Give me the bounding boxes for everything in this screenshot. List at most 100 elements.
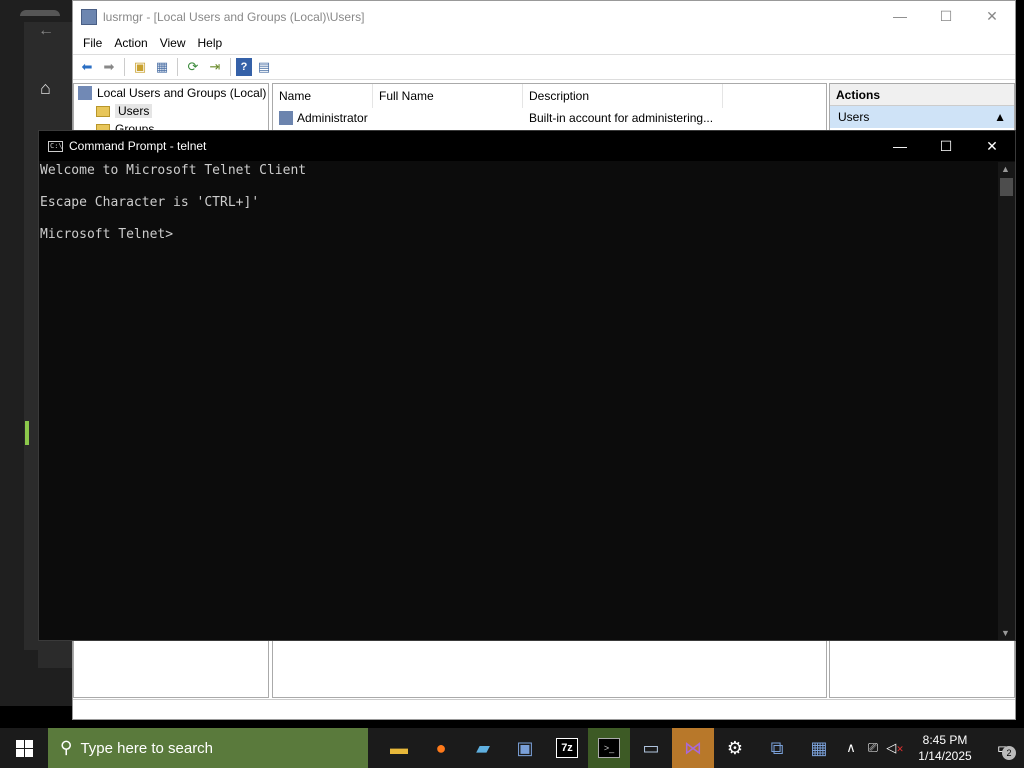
chevron-up-icon[interactable]: ∧: [840, 740, 862, 756]
export-list-icon[interactable]: ⇥: [205, 57, 225, 77]
list-header: Name Full Name Description: [273, 84, 826, 108]
command-prompt-button[interactable]: >_: [588, 728, 630, 768]
tree-root-label: Local Users and Groups (Local): [97, 86, 267, 100]
background-window-tab: [20, 10, 60, 16]
computer-management-icon: ▦: [810, 737, 828, 758]
menu-file[interactable]: File: [77, 36, 108, 50]
cmd-scrollbar[interactable]: ▲ ▼: [998, 162, 1015, 640]
help-icon[interactable]: ?: [236, 58, 252, 76]
folder-icon: ▬: [390, 737, 408, 758]
network-connections-button[interactable]: ⧉: [756, 728, 798, 768]
folder-icon: [96, 105, 110, 117]
search-icon: ⚲: [60, 738, 73, 757]
remote-desktop-button[interactable]: ▭: [630, 728, 672, 768]
computer-users-icon: [78, 86, 92, 100]
visual-studio-button[interactable]: ⋈: [672, 728, 714, 768]
notification-count-badge: 2: [1002, 746, 1016, 760]
taskbar-apps: ▬ ● ▰ ▣ 7z >_ ▭ ⋈ ⚙ ⧉ ▦: [378, 728, 840, 768]
toolbar-separator: [177, 58, 178, 76]
notepad-icon: ▰: [476, 737, 490, 758]
mmc-toolbar: ⬅ ➡ ▣ ▦ ⟳ ⇥ ? ▤: [73, 54, 1015, 80]
console-line-welcome: Welcome to Microsoft Telnet Client: [40, 163, 307, 178]
start-button[interactable]: [0, 728, 48, 768]
cmd-title: Command Prompt - telnet: [69, 139, 207, 153]
network-computer-icon: ▣: [516, 737, 534, 758]
taskbar-search-box[interactable]: ⚲ Type here to search: [48, 728, 368, 768]
windows-logo-icon: [15, 739, 33, 757]
network-icon: ⧉: [770, 737, 784, 758]
console-output[interactable]: Welcome to Microsoft Telnet Client Escap…: [40, 162, 998, 640]
actions-header: Actions: [830, 84, 1014, 106]
user-icon: [279, 111, 293, 125]
back-arrow-icon[interactable]: ←: [38, 22, 54, 40]
refresh-icon[interactable]: ⟳: [183, 57, 203, 77]
mmc-menubar: File Action View Help: [73, 32, 1015, 54]
toolbar-separator: [124, 58, 125, 76]
up-folder-icon[interactable]: ▣: [130, 57, 150, 77]
console-line-escape: Escape Character is 'CTRL+]': [40, 195, 260, 210]
firefox-button[interactable]: ●: [420, 728, 462, 768]
mmc-titlebar[interactable]: lusrmgr - [Local Users and Groups (Local…: [73, 1, 1015, 32]
menu-view[interactable]: View: [154, 36, 192, 50]
column-header-full-name[interactable]: Full Name: [373, 84, 523, 108]
clock-time: 8:45 PM: [922, 733, 968, 747]
firefox-icon: ●: [435, 737, 447, 758]
row-description: Built-in account for administering...: [529, 111, 714, 125]
file-explorer-button[interactable]: ▬: [378, 728, 420, 768]
show-hide-tree-icon[interactable]: ▦: [152, 57, 172, 77]
action-center-button[interactable]: ▭ 2: [984, 728, 1024, 768]
mmc-statusbar: [73, 699, 1015, 719]
console-line-prompt: Microsoft Telnet>: [40, 227, 174, 242]
desktop-gap: [0, 720, 1024, 728]
mmc-title: lusrmgr - [Local Users and Groups (Local…: [103, 9, 365, 24]
7zip-button[interactable]: 7z: [546, 728, 588, 768]
background-window-bottom: [38, 650, 72, 668]
gear-icon: ⚙: [726, 737, 744, 758]
column-header-name[interactable]: Name: [273, 84, 373, 108]
network-tool-button[interactable]: ▣: [504, 728, 546, 768]
command-prompt-window: C:\ Command Prompt - telnet — ☐ ✕ Welcom…: [38, 130, 1016, 641]
cmd-close-button[interactable]: ✕: [969, 138, 1015, 155]
computer-management-button[interactable]: ▦: [798, 728, 840, 768]
cmd-maximize-button[interactable]: ☐: [923, 138, 969, 155]
cmd-titlebar[interactable]: C:\ Command Prompt - telnet — ☐ ✕: [39, 131, 1015, 161]
notepad-button[interactable]: ▰: [462, 728, 504, 768]
settings-button[interactable]: ⚙: [714, 728, 756, 768]
row-name: Administrator: [297, 111, 368, 125]
monitor-icon: ▭: [642, 737, 660, 758]
visual-studio-icon: ⋈: [684, 737, 702, 758]
actions-section-users[interactable]: Users ▲: [830, 106, 1014, 128]
terminal-icon: >_: [598, 738, 620, 758]
toolbar-separator: [230, 58, 231, 76]
back-icon[interactable]: ⬅: [77, 57, 97, 77]
close-button[interactable]: ✕: [969, 8, 1015, 25]
cmd-minimize-button[interactable]: —: [877, 138, 923, 155]
home-icon[interactable]: ⌂: [40, 78, 51, 99]
selection-accent: [25, 421, 29, 445]
collapse-up-icon[interactable]: ▲: [994, 110, 1006, 124]
network-status-icon[interactable]: ⎚: [862, 740, 884, 756]
clock[interactable]: 8:45 PM 1/14/2025: [906, 732, 984, 764]
tree-item-users[interactable]: Users: [74, 102, 268, 120]
actions-section-label: Users: [838, 110, 870, 124]
tree-users-label: Users: [115, 104, 153, 118]
column-header-description[interactable]: Description: [523, 84, 723, 108]
show-hide-action-pane-icon[interactable]: ▤: [254, 57, 274, 77]
taskbar: ⚲ Type here to search ▬ ● ▰ ▣ 7z >_ ▭ ⋈ …: [0, 728, 1024, 768]
menu-action[interactable]: Action: [108, 36, 153, 50]
volume-muted-icon[interactable]: ◁✕: [884, 740, 906, 756]
search-placeholder: Type here to search: [80, 739, 214, 757]
table-row[interactable]: Administrator Built-in account for admin…: [273, 108, 826, 128]
scroll-thumb[interactable]: [1000, 178, 1013, 196]
clock-date: 1/14/2025: [918, 749, 972, 763]
7zip-icon: 7z: [556, 738, 578, 758]
scroll-down-icon[interactable]: ▼: [1001, 628, 1010, 638]
maximize-button[interactable]: ☐: [923, 8, 969, 25]
tree-item-root[interactable]: Local Users and Groups (Local): [74, 84, 268, 102]
minimize-button[interactable]: —: [877, 8, 923, 25]
scroll-up-icon[interactable]: ▲: [1001, 164, 1010, 174]
mmc-app-icon: [81, 8, 97, 25]
menu-help[interactable]: Help: [192, 36, 229, 50]
system-tray: ∧ ⎚ ◁✕ 8:45 PM 1/14/2025 ▭ 2: [840, 728, 1024, 768]
forward-icon[interactable]: ➡: [99, 57, 119, 77]
